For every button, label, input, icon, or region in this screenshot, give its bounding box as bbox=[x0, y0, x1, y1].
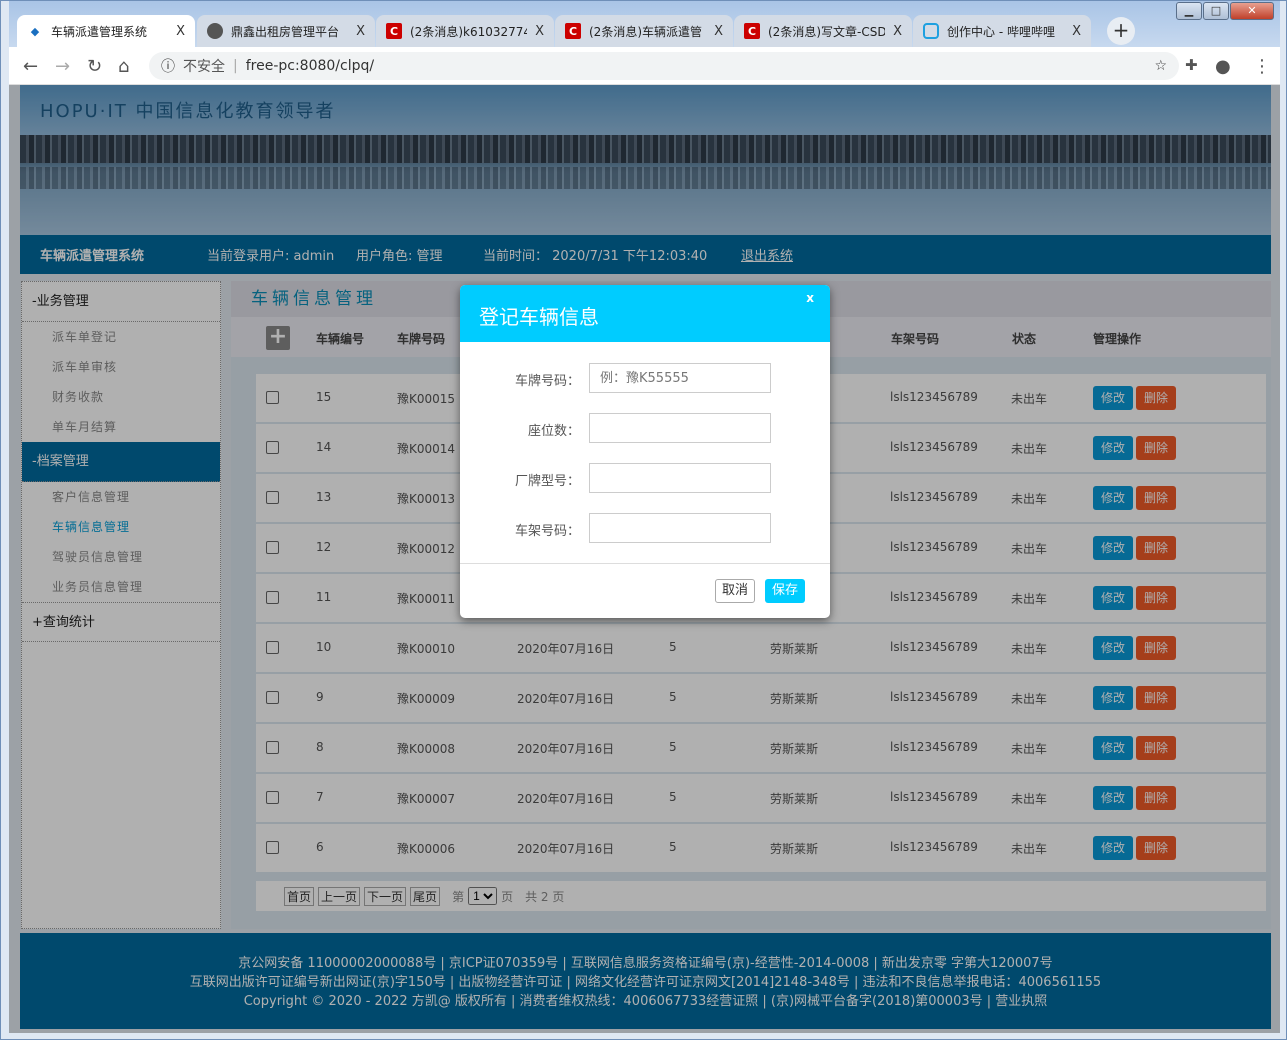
url-bar[interactable]: ⓘ 不安全 | free-pc:8080/clpq/ ☆ bbox=[149, 52, 1179, 80]
browser-window: ◆ 车辆派遣管理系统 X 鼎鑫出租房管理平台 X C (2条消息)k61032774 X … bbox=[0, 0, 1287, 1040]
forward-icon[interactable]: → bbox=[55, 56, 70, 77]
home-icon[interactable]: ⌂ bbox=[118, 56, 129, 77]
address-bar-row: ← → ↻ ⌂ ⓘ 不安全 | free-pc:8080/clpq/ ☆ ✚ ● … bbox=[9, 47, 1280, 85]
back-icon[interactable]: ← bbox=[23, 56, 38, 77]
tab-close-icon[interactable]: X bbox=[893, 24, 902, 39]
close-window-button[interactable]: ✕ bbox=[1230, 2, 1274, 20]
csdn-icon: C bbox=[565, 23, 581, 39]
modal-title: 登记车辆信息 bbox=[479, 305, 599, 329]
maximize-button[interactable]: □ bbox=[1203, 2, 1229, 20]
extensions-icon[interactable]: ✚ bbox=[1185, 56, 1198, 74]
tab-csdn-3[interactable]: C (2条消息)写文章-CSD X bbox=[734, 15, 912, 47]
tab-close-icon[interactable]: X bbox=[1072, 24, 1081, 39]
tab-vehicle-system[interactable]: ◆ 车辆派遣管理系统 X bbox=[17, 15, 195, 47]
register-vehicle-modal: 登记车辆信息x 车牌号码： 座位数： 厂牌型号： 车架号码： 取消 保存 bbox=[460, 285, 830, 618]
seats-input[interactable] bbox=[589, 413, 771, 443]
brand-model-input[interactable] bbox=[589, 463, 771, 493]
tab-close-icon[interactable]: X bbox=[356, 24, 365, 39]
cancel-button[interactable]: 取消 bbox=[715, 579, 755, 603]
tab-bilibili[interactable]: 创作中心 - 哔哩哔哩 X bbox=[913, 15, 1091, 47]
csdn-icon: C bbox=[386, 23, 402, 39]
tab-rental[interactable]: 鼎鑫出租房管理平台 X bbox=[197, 15, 375, 47]
frame-number-input[interactable] bbox=[589, 513, 771, 543]
csdn-icon: C bbox=[744, 23, 760, 39]
bilibili-icon bbox=[923, 23, 939, 39]
bookmark-star-icon[interactable]: ☆ bbox=[1154, 58, 1167, 74]
reload-icon[interactable]: ↻ bbox=[87, 56, 102, 77]
menu-icon[interactable]: ⋮ bbox=[1253, 56, 1271, 77]
info-icon[interactable]: ⓘ bbox=[161, 56, 175, 76]
new-tab-button[interactable]: + bbox=[1107, 17, 1135, 45]
tab-csdn-2[interactable]: C (2条消息)车辆派遣管 X bbox=[555, 15, 733, 47]
tab-close-icon[interactable]: X bbox=[714, 24, 723, 39]
url-text[interactable]: free-pc:8080/clpq/ bbox=[246, 58, 374, 74]
close-icon[interactable]: x bbox=[806, 291, 814, 305]
profile-icon[interactable]: ● bbox=[1215, 56, 1231, 77]
save-button[interactable]: 保存 bbox=[765, 579, 805, 603]
tab-csdn-1[interactable]: C (2条消息)k61032774 X bbox=[376, 15, 554, 47]
minimize-button[interactable]: ▁ bbox=[1176, 2, 1202, 20]
globe-icon bbox=[207, 23, 223, 39]
car-icon: ◆ bbox=[30, 24, 40, 38]
tab-close-icon[interactable]: X bbox=[176, 24, 185, 39]
tab-close-icon[interactable]: X bbox=[535, 24, 544, 39]
tab-strip: ◆ 车辆派遣管理系统 X 鼎鑫出租房管理平台 X C (2条消息)k61032774 X … bbox=[9, 1, 1280, 47]
plate-number-input[interactable] bbox=[589, 363, 771, 393]
